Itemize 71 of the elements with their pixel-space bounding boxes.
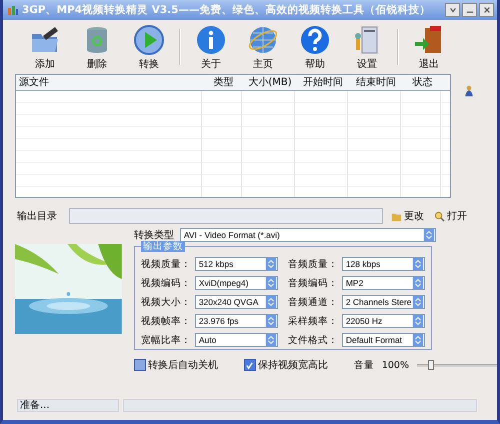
option-checkbox[interactable]: 转换后自动关机 — [134, 358, 218, 372]
caret-icon — [264, 277, 277, 289]
caret-icon — [264, 334, 277, 346]
restore-button[interactable] — [445, 3, 460, 17]
home-button[interactable]: 主页 — [237, 24, 289, 70]
output-directory-label: 输出目录 — [17, 210, 57, 223]
parameter-dropdown[interactable]: MP2 — [342, 276, 425, 290]
magnifier-icon — [434, 210, 445, 222]
caret-icon — [412, 296, 424, 308]
column-header[interactable]: 结束时间 — [348, 75, 401, 90]
volume-reading: 100% — [382, 360, 409, 370]
caret-icon — [264, 315, 277, 327]
parameter-label: 宽幅比率： — [140, 334, 192, 346]
change-button[interactable]: 更改 — [389, 209, 426, 223]
column-header[interactable]: 开始时间 — [295, 75, 348, 90]
checkmark-icon — [245, 360, 254, 370]
column-header[interactable]: 状态 — [401, 75, 441, 90]
parameter-dropdown[interactable]: 22050 Hz — [342, 314, 425, 328]
minimize-button[interactable] — [462, 3, 477, 17]
caret-icon — [264, 258, 277, 270]
parameter-dropdown[interactable]: 128 kbps — [342, 257, 425, 271]
person-icon — [463, 84, 475, 98]
about-button[interactable]: 关于 — [185, 24, 237, 70]
info-icon — [195, 24, 227, 56]
caret-icon — [412, 315, 424, 327]
volume-label: 音量 — [354, 358, 374, 372]
status-text: 准备... — [17, 399, 119, 412]
parameter-dropdown[interactable]: Default Format — [342, 333, 425, 347]
convert-type-dropdown[interactable]: AVI - Video Format (*.avi) — [180, 228, 436, 242]
settings-button[interactable]: 设置 — [341, 24, 393, 70]
group-title: 输出参数 — [140, 241, 185, 252]
volume-slider[interactable] — [417, 359, 497, 371]
parameter-dropdown[interactable]: 23.976 fps — [194, 314, 278, 328]
parameter-label: 音频编码： — [288, 276, 339, 290]
parameter-label: 视频质量： — [140, 258, 192, 270]
exit-button[interactable]: 退出 — [403, 24, 455, 70]
open-button[interactable]: 打开 — [432, 209, 469, 223]
caret-icon — [412, 334, 424, 346]
parameter-label: 视频大小： — [140, 296, 192, 308]
caret-icon — [412, 277, 424, 289]
close-button[interactable] — [479, 3, 494, 17]
convert-type-label: 转换类型 — [134, 228, 174, 241]
parameter-label: 文件格式： — [288, 334, 339, 346]
output-directory-field[interactable] — [69, 208, 383, 224]
parameter-dropdown[interactable]: 2 Channels Stere — [342, 295, 425, 309]
parameter-dropdown[interactable]: 512 kbps — [194, 257, 278, 271]
option-checkbox[interactable]: 保持视频宽高比 — [244, 358, 328, 372]
app-icon — [7, 4, 19, 16]
parameter-label: 音频通道： — [288, 296, 339, 308]
window-title: 3GP、MP4视频转换精灵 V3.5——免费、绿色、高效的视频转换工具（佰锐科技） — [22, 3, 432, 17]
parameter-label: 采样频率： — [288, 314, 339, 328]
parameter-dropdown[interactable]: XviD(mpeg4) — [194, 276, 278, 290]
delete-button[interactable]: 删除 — [71, 24, 123, 70]
parameter-dropdown[interactable]: 320x240 QVGA — [194, 295, 278, 309]
close-icon — [482, 6, 490, 14]
help-button[interactable]: 帮助 — [289, 24, 341, 70]
caret-icon — [412, 258, 424, 270]
caret-icon — [264, 296, 277, 308]
column-header[interactable]: 大小(MB) — [242, 75, 295, 90]
parameter-label: 视频帧率： — [140, 314, 192, 328]
convert-button[interactable]: 转换 — [123, 24, 175, 70]
parameter-label: 音频质量： — [288, 258, 339, 270]
column-header[interactable]: 类型 — [202, 75, 242, 90]
parameter-dropdown[interactable]: Auto — [194, 333, 278, 347]
caret-icon — [422, 229, 435, 241]
add-button[interactable]: 添加 — [19, 24, 71, 70]
chevron-down-icon — [448, 6, 456, 14]
column-header[interactable]: 源文件 — [16, 75, 202, 90]
help-icon — [299, 24, 331, 56]
parameter-label: 视频编码： — [140, 276, 192, 290]
play-icon — [133, 24, 165, 56]
